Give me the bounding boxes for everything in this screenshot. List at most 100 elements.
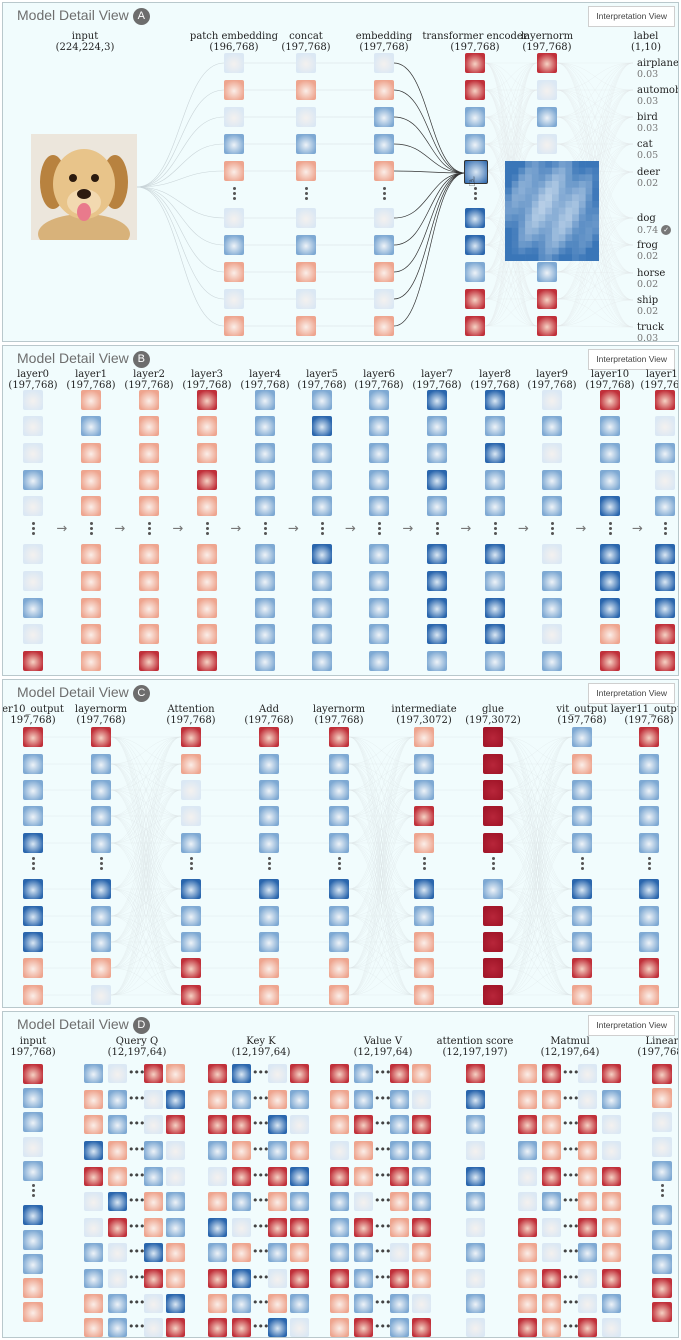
activation-thumbnail[interactable] bbox=[639, 879, 659, 899]
activation-thumbnail[interactable] bbox=[329, 1167, 349, 1186]
activation-thumbnail[interactable] bbox=[353, 1192, 373, 1211]
activation-thumbnail[interactable] bbox=[517, 1294, 537, 1313]
activation-thumbnail[interactable] bbox=[267, 1318, 287, 1337]
activation-thumbnail[interactable] bbox=[542, 544, 562, 564]
activation-thumbnail[interactable] bbox=[652, 1137, 672, 1157]
activation-thumbnail[interactable] bbox=[517, 1318, 537, 1337]
activation-thumbnail[interactable] bbox=[81, 470, 101, 490]
activation-thumbnail[interactable] bbox=[312, 651, 332, 671]
activation-thumbnail[interactable] bbox=[224, 208, 244, 228]
activation-thumbnail[interactable] bbox=[639, 906, 659, 926]
activation-thumbnail[interactable] bbox=[601, 1141, 621, 1160]
activation-thumbnail[interactable] bbox=[577, 1243, 597, 1262]
activation-thumbnail[interactable] bbox=[81, 443, 101, 463]
activation-thumbnail[interactable] bbox=[139, 416, 159, 436]
activation-thumbnail[interactable] bbox=[23, 1302, 43, 1322]
activation-thumbnail[interactable] bbox=[465, 208, 485, 228]
activation-thumbnail[interactable] bbox=[289, 1090, 309, 1109]
activation-thumbnail[interactable] bbox=[652, 1205, 672, 1225]
activation-thumbnail[interactable] bbox=[91, 932, 111, 952]
activation-thumbnail[interactable] bbox=[312, 416, 332, 436]
activation-thumbnail[interactable] bbox=[369, 598, 389, 618]
activation-thumbnail[interactable] bbox=[197, 390, 217, 410]
activation-thumbnail[interactable] bbox=[91, 985, 111, 1005]
activation-thumbnail[interactable] bbox=[289, 1294, 309, 1313]
activation-thumbnail[interactable] bbox=[143, 1064, 163, 1083]
activation-thumbnail[interactable] bbox=[411, 1115, 431, 1134]
activation-thumbnail[interactable] bbox=[652, 1161, 672, 1181]
label-item-horse[interactable]: horse 0.02 bbox=[637, 269, 665, 290]
activation-thumbnail[interactable] bbox=[427, 416, 447, 436]
label-item-truck[interactable]: truck 0.03 bbox=[637, 323, 664, 342]
activation-thumbnail[interactable] bbox=[639, 780, 659, 800]
activation-thumbnail[interactable] bbox=[652, 1064, 672, 1084]
activation-thumbnail[interactable] bbox=[139, 571, 159, 591]
activation-thumbnail[interactable] bbox=[369, 571, 389, 591]
activation-thumbnail[interactable] bbox=[329, 1064, 349, 1083]
activation-thumbnail[interactable] bbox=[23, 1278, 43, 1298]
activation-thumbnail[interactable] bbox=[23, 390, 43, 410]
activation-thumbnail[interactable] bbox=[411, 1090, 431, 1109]
activation-thumbnail[interactable] bbox=[107, 1243, 127, 1262]
activation-thumbnail[interactable] bbox=[414, 754, 434, 774]
activation-thumbnail[interactable] bbox=[655, 571, 675, 591]
activation-thumbnail[interactable] bbox=[207, 1218, 227, 1237]
activation-thumbnail[interactable] bbox=[255, 624, 275, 644]
activation-thumbnail[interactable] bbox=[259, 727, 279, 747]
activation-thumbnail[interactable] bbox=[639, 932, 659, 952]
activation-thumbnail[interactable] bbox=[427, 571, 447, 591]
activation-thumbnail[interactable] bbox=[389, 1090, 409, 1109]
activation-thumbnail[interactable] bbox=[465, 1192, 485, 1211]
activation-thumbnail[interactable] bbox=[652, 1278, 672, 1298]
activation-thumbnail[interactable] bbox=[165, 1318, 185, 1337]
activation-thumbnail[interactable] bbox=[655, 416, 675, 436]
activation-thumbnail[interactable] bbox=[542, 571, 562, 591]
activation-thumbnail[interactable] bbox=[83, 1141, 103, 1160]
label-item-bird[interactable]: bird 0.03 bbox=[637, 113, 658, 134]
activation-thumbnail[interactable] bbox=[255, 651, 275, 671]
activation-thumbnail[interactable] bbox=[165, 1192, 185, 1211]
activation-thumbnail[interactable] bbox=[353, 1141, 373, 1160]
activation-thumbnail[interactable] bbox=[23, 1254, 43, 1274]
activation-thumbnail[interactable] bbox=[165, 1090, 185, 1109]
activation-thumbnail[interactable] bbox=[289, 1064, 309, 1083]
activation-thumbnail[interactable] bbox=[23, 598, 43, 618]
activation-thumbnail[interactable] bbox=[207, 1167, 227, 1186]
label-item-ship[interactable]: ship 0.02 bbox=[637, 296, 658, 317]
activation-thumbnail[interactable] bbox=[537, 53, 557, 73]
activation-thumbnail[interactable] bbox=[83, 1243, 103, 1262]
activation-thumbnail[interactable] bbox=[414, 985, 434, 1005]
activation-thumbnail[interactable] bbox=[23, 833, 43, 853]
activation-thumbnail[interactable] bbox=[312, 571, 332, 591]
activation-thumbnail[interactable] bbox=[517, 1064, 537, 1083]
activation-thumbnail[interactable] bbox=[639, 958, 659, 978]
activation-thumbnail[interactable] bbox=[289, 1192, 309, 1211]
activation-thumbnail[interactable] bbox=[143, 1218, 163, 1237]
activation-thumbnail[interactable] bbox=[312, 443, 332, 463]
activation-thumbnail[interactable] bbox=[312, 544, 332, 564]
activation-thumbnail[interactable] bbox=[197, 496, 217, 516]
activation-thumbnail[interactable] bbox=[289, 1269, 309, 1288]
activation-thumbnail[interactable] bbox=[369, 624, 389, 644]
activation-thumbnail[interactable] bbox=[224, 80, 244, 100]
interpretation-view-button[interactable]: Interpretation View bbox=[588, 1015, 675, 1036]
activation-thumbnail[interactable] bbox=[23, 443, 43, 463]
activation-thumbnail[interactable] bbox=[23, 1064, 43, 1084]
activation-thumbnail[interactable] bbox=[329, 932, 349, 952]
activation-thumbnail[interactable] bbox=[224, 107, 244, 127]
activation-thumbnail[interactable] bbox=[224, 316, 244, 336]
activation-thumbnail[interactable] bbox=[485, 416, 505, 436]
activation-thumbnail[interactable] bbox=[541, 1218, 561, 1237]
activation-thumbnail[interactable] bbox=[601, 1218, 621, 1237]
activation-thumbnail[interactable] bbox=[296, 134, 316, 154]
activation-thumbnail[interactable] bbox=[312, 390, 332, 410]
activation-thumbnail[interactable] bbox=[289, 1318, 309, 1337]
activation-thumbnail[interactable] bbox=[255, 544, 275, 564]
activation-thumbnail[interactable] bbox=[207, 1064, 227, 1083]
activation-thumbnail[interactable] bbox=[259, 932, 279, 952]
activation-thumbnail[interactable] bbox=[577, 1218, 597, 1237]
activation-thumbnail[interactable] bbox=[414, 727, 434, 747]
activation-thumbnail[interactable] bbox=[296, 208, 316, 228]
activation-thumbnail[interactable] bbox=[231, 1167, 251, 1186]
activation-thumbnail[interactable] bbox=[107, 1318, 127, 1337]
